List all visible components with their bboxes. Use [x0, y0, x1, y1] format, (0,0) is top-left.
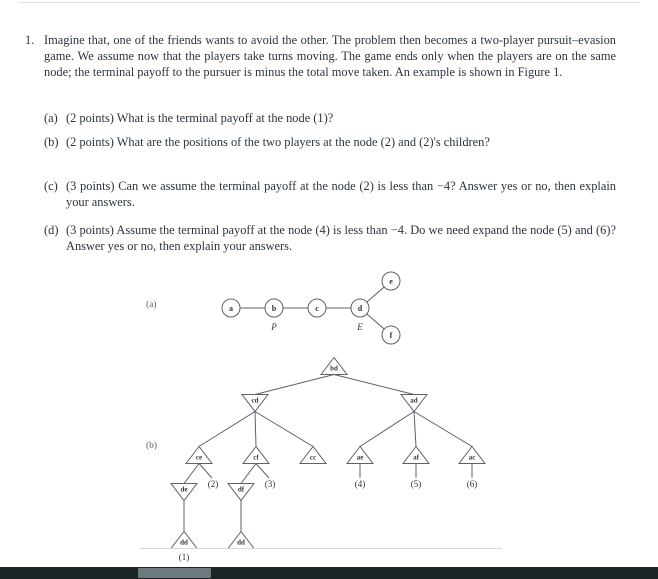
tree-node-n-cd: [240, 394, 270, 413]
part-b-text: (2 points) What are the positions of the…: [66, 135, 490, 149]
tree-node-n-af: [401, 445, 431, 464]
tree-node-label-n-ad: ad: [410, 397, 418, 405]
tree-leaf-index-2: (2): [208, 479, 219, 489]
tree-node-label-n-cf: cf: [253, 454, 259, 462]
tree-node-label-n-cd: cd: [252, 397, 259, 405]
tree-leaf-index-4: (4): [355, 479, 366, 489]
graph-node-b: [264, 298, 284, 318]
player-marker-pursuer: P: [270, 322, 277, 332]
tree-node-label-n-dd2: dd: [237, 539, 245, 547]
figure-baseline-rule: [140, 548, 502, 549]
graph-edge-d-e: [366, 286, 385, 303]
tree-leaf-index-1: (1): [179, 552, 190, 562]
tree-edge-n-ad-to-n-af: [413, 411, 417, 447]
panel-b-node-group: bd cd ad ce cf cc ae af ac de df dd dd: [169, 356, 487, 549]
tree-node-n-dd2: [226, 530, 256, 549]
graph-edge-d-f: [366, 313, 385, 330]
panel-b-leaf-index-group: (1) (2) (3) (4) (5) (6): [179, 479, 478, 562]
tree-edge-n-cd-to-n-ce: [198, 411, 256, 447]
tree-node-n-ce: [184, 445, 214, 464]
panel-b-edge-group: [183, 374, 473, 532]
question-number: 1.: [25, 33, 35, 47]
tree-node-label-n-af: af: [413, 454, 420, 462]
panel-a-player-marker-group: PE: [270, 322, 363, 332]
tree-node-label-n-de: de: [181, 486, 188, 494]
graph-node-e: [381, 271, 401, 291]
tree-edge-n-ad-to-n-ae: [359, 411, 415, 447]
tree-node-n-de: [169, 483, 199, 502]
graph-node-label-b: b: [272, 304, 277, 313]
tree-node-n-ac: [457, 445, 487, 464]
tree-frontier-stub-n-ce: [198, 463, 213, 479]
part-a-marker: (a): [44, 111, 58, 125]
tree-node-label-n-ac: ac: [469, 454, 476, 462]
graph-node-label-f: f: [390, 331, 393, 340]
tree-node-label-n-dd1: dd: [180, 539, 188, 547]
part-b-marker: (b): [44, 135, 59, 149]
top-divider: [18, 2, 640, 3]
part-d-text: (3 points) Assume the terminal payoff at…: [66, 223, 616, 254]
tree-leaf-index-5: (5): [411, 479, 422, 489]
panel-label-b: (b): [146, 441, 158, 451]
tree-node-label-n-df: df: [238, 486, 245, 494]
horizontal-scrollbar-thumb[interactable]: [138, 568, 211, 578]
panel-label-a: (a): [146, 300, 157, 310]
part-c-text: (3 points) Can we assume the terminal pa…: [66, 179, 616, 210]
figure-panel-b-game-tree: bdcd adce cf cc ae af acde dfdd dd (1)(2) (3) (4)(…: [169, 356, 487, 562]
panel-b-frontier-stub-group: [198, 463, 473, 479]
tree-edge-n-bd-to-n-cd: [254, 374, 335, 395]
document-page: 1. Imagine that, one of the friends want…: [0, 0, 658, 567]
tree-frontier-stub-n-cf: [255, 463, 270, 479]
tree-node-label-n-cc: cc: [310, 454, 316, 462]
figure-panel-a-graph: a b c def PE: [221, 271, 401, 345]
tree-edge-n-bd-to-n-ad: [333, 374, 415, 395]
horizontal-scrollbar[interactable]: [0, 567, 658, 579]
tree-leaf-index-3: (3): [265, 479, 276, 489]
graph-node-label-c: c: [315, 304, 319, 313]
tree-edge-n-ad-to-n-ac: [413, 411, 473, 447]
graph-node-d: [350, 298, 370, 318]
tree-node-label-n-ce: ce: [196, 454, 202, 462]
part-c-marker: (c): [44, 179, 58, 193]
part-d-marker: (d): [44, 223, 59, 237]
panel-a-edge-group: [240, 286, 385, 330]
tree-node-n-ad: [399, 394, 429, 413]
tree-edge-n-ce-to-n-de: [183, 463, 200, 484]
graph-node-f: [381, 325, 401, 345]
part-a-text: (2 points) What is the terminal payoff a…: [66, 111, 334, 125]
tree-node-n-cc: [298, 445, 328, 464]
panel-a-node-group: a b c d e f: [221, 271, 401, 345]
tree-node-n-dd1: [169, 530, 199, 549]
tree-node-n-ae: [345, 445, 375, 464]
question-stem: Imagine that, one of the friends wants t…: [44, 33, 616, 80]
tree-edge-n-cd-to-n-cc: [254, 411, 314, 447]
tree-node-n-bd: [319, 356, 349, 375]
tree-edge-n-cf-to-n-df: [240, 463, 257, 484]
graph-node-a: [221, 298, 241, 318]
tree-node-n-df: [226, 483, 256, 502]
player-marker-evader: E: [356, 322, 363, 332]
graph-node-label-d: d: [358, 304, 363, 313]
tree-edge-n-cd-to-n-cf: [254, 411, 257, 447]
graph-node-label-e: e: [389, 277, 393, 286]
tree-leaf-index-6: (6): [467, 479, 478, 489]
graph-node-c: [307, 298, 327, 318]
tree-node-label-n-ae: ae: [357, 454, 364, 462]
graph-node-label-a: a: [229, 304, 233, 313]
tree-node-n-cf: [241, 445, 271, 464]
tree-node-label-n-bd: bd: [330, 365, 338, 373]
